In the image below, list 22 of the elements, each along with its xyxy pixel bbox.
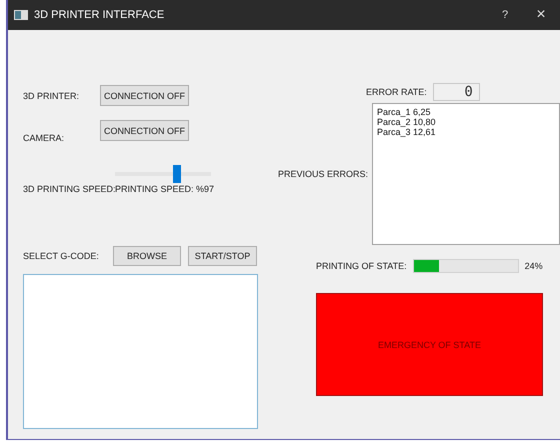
speed-label: 3D PRINTING SPEED: <box>23 184 115 194</box>
printer-connection-button[interactable]: CONNECTION OFF <box>100 85 189 106</box>
error-entry[interactable]: Parca_2 10,80 <box>377 117 555 127</box>
previous-errors-label: PREVIOUS ERRORS: <box>278 169 368 179</box>
start-stop-button[interactable]: START/STOP <box>188 246 257 266</box>
close-button[interactable]: × <box>526 6 556 24</box>
printer-label: 3D PRINTER: <box>23 90 80 100</box>
browse-button[interactable]: BROWSE <box>113 246 181 266</box>
error-rate-display: 0 <box>432 83 480 101</box>
camera-connection-button[interactable]: CONNECTION OFF <box>100 120 189 141</box>
progress-label: PRINTING OF STATE: <box>316 261 407 271</box>
camera-label: CAMERA: <box>23 133 66 143</box>
help-button[interactable]: ? <box>490 9 520 21</box>
error-entry[interactable]: Parca_3 12,61 <box>377 127 555 137</box>
window-title: 3D PRINTER INTERFACE <box>34 9 164 21</box>
error-entry[interactable]: Parca_1 6,25 <box>377 107 555 117</box>
gcode-label: SELECT G-CODE: <box>23 251 100 261</box>
speed-reading: PRINTING SPEED: %97 <box>115 184 214 194</box>
errors-list[interactable]: Parca_1 6,25 Parca_2 10,80 Parca_3 12,61 <box>372 103 560 245</box>
progress-reading: 24% <box>524 261 543 271</box>
emergency-label: EMERGENCY OF STATE <box>378 340 481 350</box>
error-rate-label: ERROR RATE: <box>366 87 427 97</box>
